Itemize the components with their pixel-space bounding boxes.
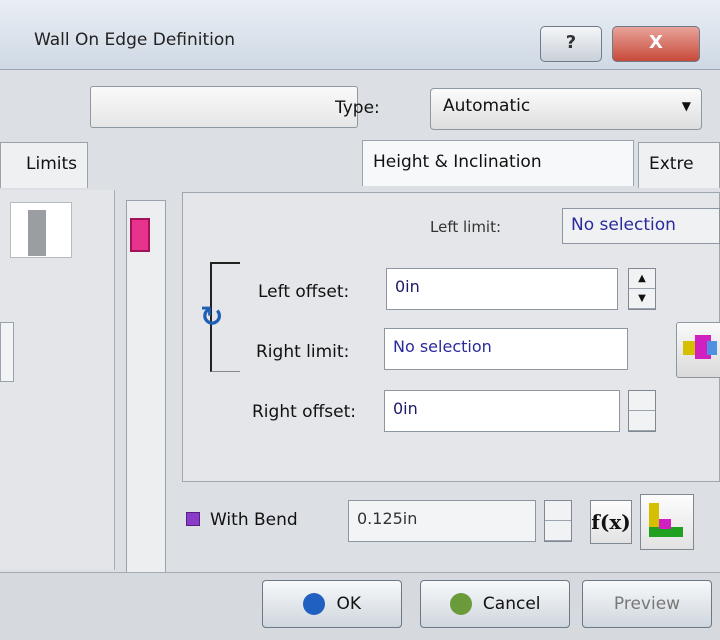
- help-icon: ?: [565, 32, 577, 53]
- bend-icon: [649, 503, 683, 537]
- left-offset-stepper[interactable]: ▲ ▼: [628, 268, 656, 310]
- tab-extremities[interactable]: Extre: [638, 142, 720, 188]
- right-offset-label: Right offset:: [252, 402, 356, 422]
- preview-button-label: Preview: [613, 594, 681, 614]
- spinner-down-icon[interactable]: ▼: [629, 289, 655, 309]
- cancel-button-label: Cancel: [482, 594, 541, 614]
- cancel-icon: [449, 593, 472, 615]
- bend-parameters-button[interactable]: [640, 494, 694, 550]
- left-limit-field[interactable]: No selection: [562, 208, 720, 244]
- left-limit-label: Left limit:: [430, 218, 502, 236]
- type-label: Type:: [335, 98, 380, 118]
- with-bend-label: With Bend: [210, 510, 298, 530]
- type-dropdown[interactable]: Automatic ▼: [430, 88, 702, 130]
- cancel-button[interactable]: Cancel: [420, 580, 570, 628]
- spinner-up-icon[interactable]: ▲: [629, 269, 655, 289]
- preview-button[interactable]: Preview: [582, 580, 712, 628]
- window-title: Wall On Edge Definition: [34, 30, 236, 50]
- right-limit-label: Right limit:: [256, 342, 350, 362]
- formula-button[interactable]: f(x): [590, 500, 632, 544]
- bend-radius-input[interactable]: 0.125in: [348, 500, 536, 542]
- ok-button-label: OK: [336, 594, 361, 614]
- link-icon[interactable]: ↻: [200, 300, 223, 333]
- spinner-down-icon[interactable]: [545, 521, 571, 541]
- scrollbar[interactable]: [126, 200, 166, 580]
- left-combo[interactable]: [90, 86, 358, 128]
- left-offset-label: Left offset:: [258, 282, 350, 302]
- close-button[interactable]: X: [612, 26, 700, 62]
- right-limit-select-button[interactable]: [676, 322, 720, 378]
- ok-button[interactable]: OK: [262, 580, 402, 628]
- left-panel-button[interactable]: [0, 322, 14, 382]
- close-icon: X: [649, 32, 663, 53]
- spinner-up-icon[interactable]: [545, 501, 571, 521]
- scrollbar-thumb[interactable]: [130, 218, 150, 252]
- chevron-down-icon: ▼: [681, 99, 691, 113]
- tab-extremities-label: Extre: [649, 154, 694, 174]
- cube-select-icon: [683, 335, 717, 359]
- bend-radius-stepper[interactable]: [544, 500, 572, 542]
- type-dropdown-value: Automatic: [443, 96, 531, 116]
- right-offset-stepper[interactable]: [628, 390, 656, 432]
- formula-icon: f(x): [591, 510, 631, 534]
- tab-limits-label: Limits: [26, 154, 77, 174]
- right-limit-field[interactable]: No selection: [384, 328, 628, 370]
- with-bend-checkbox[interactable]: [186, 512, 200, 526]
- tab-height-inclination[interactable]: Height & Inclination: [362, 140, 634, 186]
- tab-height-inclination-label: Height & Inclination: [373, 152, 542, 172]
- right-offset-input[interactable]: 0in: [384, 390, 620, 432]
- help-button[interactable]: ?: [540, 26, 602, 62]
- preview-bar: [28, 210, 46, 256]
- spinner-up-icon[interactable]: [629, 391, 655, 411]
- tab-limits[interactable]: Limits: [0, 142, 88, 188]
- spinner-down-icon[interactable]: [629, 411, 655, 431]
- left-offset-input[interactable]: 0in: [386, 268, 618, 310]
- ok-icon: [303, 593, 326, 615]
